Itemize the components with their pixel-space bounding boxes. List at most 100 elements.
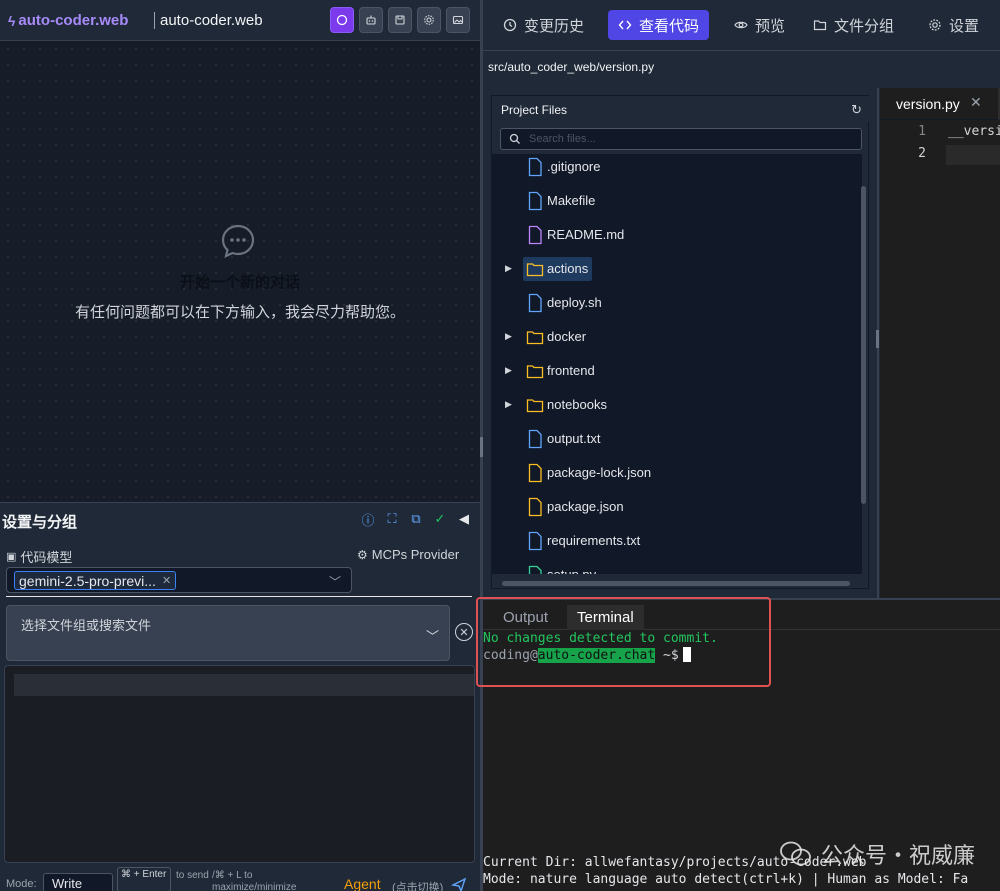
- tab-preview[interactable]: 预览: [724, 10, 795, 40]
- line-number: 2: [918, 146, 926, 161]
- code-model-label-text: 代码模型: [20, 550, 73, 565]
- app-header: ϟ auto-coder.web auto-coder.web: [0, 0, 480, 41]
- switch-hint: (点击切换): [392, 882, 444, 891]
- tree-file[interactable]: package-lock.json: [492, 460, 862, 486]
- tab-file-groups-label: 文件分组: [834, 17, 895, 35]
- tree-item-label: requirements.txt: [547, 533, 641, 548]
- gear-icon: ⚙: [357, 547, 368, 562]
- editor-splitter-grip[interactable]: [876, 330, 879, 348]
- speaker-icon[interactable]: ◀: [456, 511, 472, 527]
- status-mode: Mode: nature language auto detect(ctrl+k…: [483, 872, 969, 887]
- empty-state-subtitle: 有任何问题都可以在下方输入，我会尽力帮助您。: [74, 304, 405, 321]
- model-tag: gemini-2.5-pro-previ... ✕: [14, 571, 177, 590]
- tab-view-code[interactable]: 查看代码: [608, 10, 710, 40]
- expand-arrow-icon[interactable]: ▶: [505, 365, 512, 376]
- code-editor: version.py ✕ 1 2 __version__: [880, 88, 1000, 598]
- tree-item-label: package-lock.json: [547, 465, 652, 480]
- tree-file[interactable]: .gitignore: [492, 154, 862, 180]
- gear-icon: [929, 19, 941, 31]
- chat-bubble-icon: [221, 224, 255, 258]
- robot-icon: [366, 15, 376, 25]
- message-editor[interactable]: [4, 665, 475, 863]
- tab-history-label: 变更历史: [524, 17, 585, 35]
- file-icon: [528, 497, 542, 517]
- tab-file-groups[interactable]: 文件分组: [803, 10, 904, 40]
- clear-selection-button[interactable]: ✕: [455, 623, 473, 641]
- editor-splitter[interactable]: [876, 88, 879, 598]
- folder-icon: [526, 263, 544, 277]
- folder-icon: [526, 365, 544, 379]
- save-button[interactable]: [388, 7, 412, 33]
- watermark: 公众号・祝威廉: [779, 838, 975, 870]
- vertical-scrollbar[interactable]: [861, 186, 866, 504]
- refresh-icon[interactable]: ↻: [851, 102, 862, 118]
- chat-messages: 开始一个新的对话 有任何问题都可以在下方输入，我会尽力帮助您。: [0, 41, 480, 502]
- tree-file[interactable]: package.json: [492, 494, 862, 520]
- tree-folder[interactable]: ▶ frontend: [492, 358, 862, 384]
- brand-logo: ϟ auto-coder.web: [8, 12, 128, 29]
- tree-file[interactable]: requirements.txt: [492, 528, 862, 554]
- line-number: 1: [918, 124, 926, 139]
- gear-icon: [424, 15, 434, 25]
- file-search-input[interactable]: Search files...: [500, 128, 862, 150]
- remove-tag-icon[interactable]: ✕: [162, 574, 171, 587]
- code-model-select[interactable]: gemini-2.5-pro-previ... ✕ ﹀: [6, 567, 352, 593]
- close-tab-icon[interactable]: ✕: [970, 94, 982, 111]
- tree-folder[interactable]: ▶ docker: [492, 324, 862, 350]
- model-tag-label: gemini-2.5-pro-previ...: [19, 572, 156, 589]
- send-icon[interactable]: [451, 877, 467, 891]
- tree-folder[interactable]: ▶ notebooks: [492, 392, 862, 418]
- folder-icon: [813, 20, 827, 31]
- code-body[interactable]: 1 2 __version__: [880, 120, 1000, 598]
- tree-file[interactable]: output.txt: [492, 426, 862, 452]
- workspace-tabs: 变更历史 查看代码 预览 文件分组 设置: [483, 0, 1000, 51]
- settings-button[interactable]: [417, 7, 441, 33]
- tree-file[interactable]: deploy.sh: [492, 290, 862, 316]
- tree-file[interactable]: Makefile: [492, 188, 862, 214]
- tree-item-label: actions: [547, 261, 589, 276]
- tree-folder[interactable]: ▶ actions: [492, 256, 862, 282]
- expand-arrow-icon[interactable]: ▶: [505, 263, 512, 274]
- tab-settings[interactable]: 设置: [918, 10, 989, 40]
- highlight-annotation-box: [476, 597, 771, 687]
- file-icon: [528, 463, 542, 483]
- project-name: auto-coder.web: [154, 12, 263, 29]
- history-icon: [503, 18, 517, 32]
- mode-select[interactable]: Write: [43, 873, 113, 891]
- help-icon[interactable]: ⓘ: [360, 511, 376, 528]
- expand-arrow-icon[interactable]: ▶: [505, 399, 512, 410]
- input-footer: Mode: Write ⌘ + Enter to send /⌘ + L to …: [0, 867, 480, 891]
- terminal-icon: ▣: [6, 551, 17, 563]
- editor-tab[interactable]: version.py ✕: [880, 88, 998, 120]
- check-icon[interactable]: ✓: [432, 511, 448, 527]
- editor-current-line: [14, 674, 474, 696]
- robot-button[interactable]: [359, 7, 383, 33]
- settings-title: 设置与分组: [2, 514, 78, 531]
- bolt-icon: ϟ: [8, 12, 16, 29]
- tab-settings-label: 设置: [949, 17, 980, 35]
- expand-icon[interactable]: ⛶: [384, 511, 400, 527]
- file-group-select[interactable]: 选择文件组或搜索文件 ﹀: [6, 605, 450, 661]
- tree-item-label: package.json: [547, 499, 624, 514]
- mcp-provider-label[interactable]: ⚙ MCPs Provider: [357, 547, 459, 562]
- settings-toolbar: ⓘ ⛶ ⧉ ✓ ◀: [360, 511, 472, 528]
- tree-file[interactable]: README.md: [492, 222, 862, 248]
- horizontal-scrollbar[interactable]: [502, 581, 850, 586]
- tree-item-label: .gitignore: [547, 159, 601, 174]
- agent-toggle[interactable]: Agent: [344, 876, 381, 891]
- tab-history[interactable]: 变更历史: [493, 10, 594, 40]
- watermark-text: 公众号・祝威廉: [821, 843, 976, 868]
- chevron-down-icon: ﹀: [328, 575, 341, 589]
- tree-item-label: setup.py: [547, 567, 596, 574]
- tree-file[interactable]: setup.py: [492, 562, 862, 574]
- file-icon: [528, 191, 542, 211]
- maximize-hint: /⌘ + L to maximize/minimize: [212, 870, 297, 891]
- mcp-provider-text: MCPs Provider: [371, 547, 460, 562]
- new-chat-button[interactable]: [330, 7, 354, 33]
- wechat-icon: [780, 841, 811, 866]
- project-file-tree: Project Files ↻ Search files... .gitigno…: [491, 95, 870, 589]
- expand-arrow-icon[interactable]: ▶: [505, 331, 512, 342]
- tree-item-label: Makefile: [547, 193, 596, 208]
- layers-icon[interactable]: ⧉: [408, 511, 424, 527]
- image-button[interactable]: [446, 7, 470, 33]
